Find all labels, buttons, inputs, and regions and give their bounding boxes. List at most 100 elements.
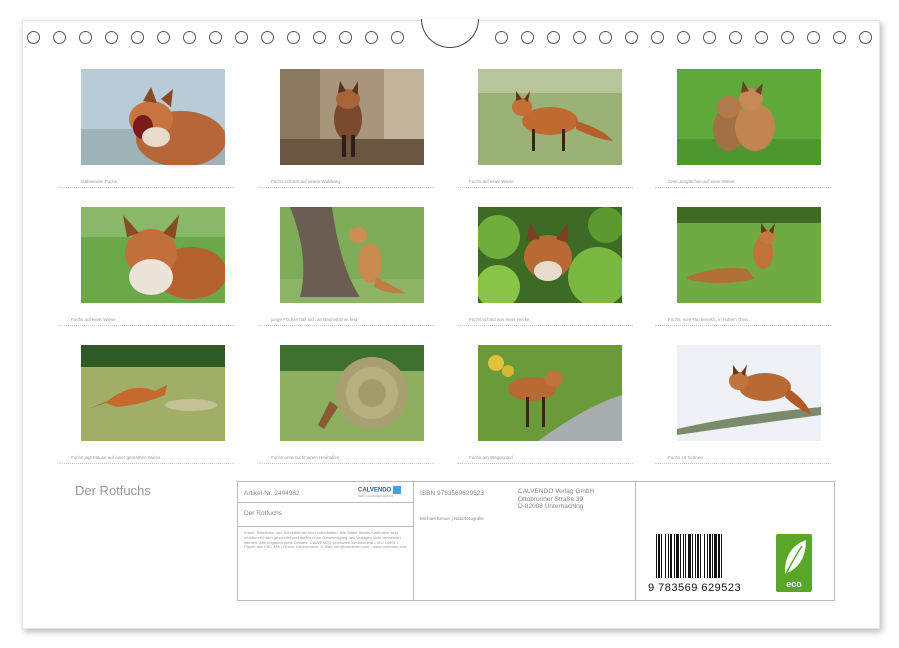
photo-fox-hay-bale xyxy=(280,345,424,441)
caption-dotted-line xyxy=(59,325,235,328)
photo-caption: Fuchs im Schnee xyxy=(668,455,703,460)
barcode-bar xyxy=(688,534,691,578)
binding-ring xyxy=(755,31,768,44)
caption-dotted-line xyxy=(457,325,633,328)
photo-fox-jumping xyxy=(81,345,225,441)
binding-ring xyxy=(157,31,170,44)
calendar-back-page: Gähnender Fuchs Fuchs schnürt auf einem … xyxy=(22,19,880,629)
publisher-street: Ottobrunner Straße 39 xyxy=(518,495,584,503)
calvendo-logo: CALVENDO xyxy=(358,486,402,494)
binding-ring xyxy=(781,31,794,44)
caption-dotted-line xyxy=(655,325,831,328)
logo-text: CALVENDO xyxy=(358,487,392,494)
binding-ring xyxy=(573,31,586,44)
isbn-text: ISBN 9783569629523 xyxy=(420,490,484,497)
article-number: Artikel-Nr. 2404982 xyxy=(244,490,300,497)
barcode-bar xyxy=(700,534,701,578)
binding-ring xyxy=(365,31,378,44)
binding-ring xyxy=(105,31,118,44)
binding-ring xyxy=(521,31,534,44)
eco-badge: eco xyxy=(776,534,812,592)
binding-ring xyxy=(339,31,352,44)
caption-dotted-line xyxy=(655,463,831,466)
legal-text: Irrtum, Satzfehler und Schreibfehler sin… xyxy=(244,530,408,550)
binding-ring xyxy=(27,31,40,44)
binding-ring xyxy=(183,31,196,44)
barcode-bar xyxy=(670,534,672,578)
barcode-bar xyxy=(709,534,711,578)
barcode-bar xyxy=(676,534,679,578)
author-credit: Michael Breuer | Naturfotografie xyxy=(420,516,484,521)
isbn-barcode xyxy=(656,534,722,578)
barcode-bar xyxy=(695,534,696,578)
photo-caption: Fuchs jagt Mäuse auf einer gemähten Wies… xyxy=(71,455,161,460)
logo-icon xyxy=(393,486,402,494)
barcode-bar xyxy=(707,534,708,578)
binding-ring xyxy=(287,31,300,44)
binding-ring xyxy=(313,31,326,44)
barcode-bar xyxy=(661,534,662,578)
binding-ring xyxy=(131,31,144,44)
caption-dotted-line xyxy=(259,463,435,466)
photo-fox-meadow xyxy=(478,69,622,165)
barcode-bar xyxy=(697,534,699,578)
photo-fox-forest-path xyxy=(280,69,424,165)
photo-caption: Fuchs auf einer Wiese xyxy=(71,317,116,322)
barcode-bar xyxy=(704,534,705,578)
barcode-bar xyxy=(692,534,693,578)
barcode-bar xyxy=(714,534,717,578)
photo-fox-tall-grass xyxy=(677,207,821,303)
binding-ring xyxy=(209,31,222,44)
calendar-title: Der Rotfuchs xyxy=(75,483,151,498)
photo-caption: junge Füchse hält sich an Baumstamm fest xyxy=(271,317,358,322)
barcode-bar xyxy=(674,534,675,578)
barcode-digits: 9 783569 629523 xyxy=(648,582,742,594)
photo-caption: Fuchs, vom Tau benetzt, in hohem Gras xyxy=(668,317,748,322)
publisher-address: CALVENDO Verlag GmbH Ottobrunner Straße … xyxy=(518,488,594,511)
caption-dotted-line xyxy=(259,187,435,190)
binding-ring xyxy=(79,31,92,44)
binding-ring xyxy=(651,31,664,44)
barcode-bar xyxy=(665,534,666,578)
barcode-bar xyxy=(656,534,657,578)
binding-ring xyxy=(677,31,690,44)
barcode-bar xyxy=(721,534,722,578)
caption-dotted-line xyxy=(259,325,435,328)
binding-ring xyxy=(547,31,560,44)
photo-fox-roadside xyxy=(478,345,622,441)
caption-dotted-line xyxy=(457,463,633,466)
binding-ring xyxy=(391,31,404,44)
caption-dotted-line xyxy=(457,187,633,190)
publisher-name: CALVENDO Verlag GmbH xyxy=(518,488,595,495)
binding-ring xyxy=(703,31,716,44)
photo-caption: Gähnender Fuchs xyxy=(81,179,118,184)
photo-caption: Fuchs auf einer Wiese xyxy=(469,179,514,184)
photo-two-cubs xyxy=(677,69,821,165)
binding-ring xyxy=(261,31,274,44)
photo-caption: Fuchs am Wegesrand xyxy=(469,455,513,460)
product-title: Der Rotfuchs xyxy=(244,510,282,517)
barcode-bar xyxy=(712,534,713,578)
binding-ring xyxy=(807,31,820,44)
binding-ring xyxy=(235,31,248,44)
photo-yawning-fox xyxy=(81,69,225,165)
caption-dotted-line xyxy=(59,463,235,466)
barcode-bar xyxy=(685,534,686,578)
eco-label: eco xyxy=(786,579,802,589)
binding-ring xyxy=(729,31,742,44)
logo-subtitle: DER KALENDERVERLAG xyxy=(358,494,394,498)
binding-ring xyxy=(495,31,508,44)
binding-ring xyxy=(859,31,872,44)
product-info-box: Artikel-Nr. 2404982 CALVENDO DER KALENDE… xyxy=(237,481,835,601)
publisher-city: D-82008 Unterhaching xyxy=(518,503,584,510)
binding-ring xyxy=(833,31,846,44)
barcode-bar xyxy=(680,534,681,578)
binding-ring xyxy=(53,31,66,44)
caption-dotted-line xyxy=(59,187,235,190)
photo-caption: Fuchs untersucht einen Heuballen xyxy=(271,455,340,460)
barcode-bar xyxy=(658,534,660,578)
barcode-bar xyxy=(668,534,669,578)
binding-ring xyxy=(599,31,612,44)
barcode-bar xyxy=(718,534,720,578)
photo-caption: Fuchs schaut aus einer Hecke xyxy=(469,317,530,322)
